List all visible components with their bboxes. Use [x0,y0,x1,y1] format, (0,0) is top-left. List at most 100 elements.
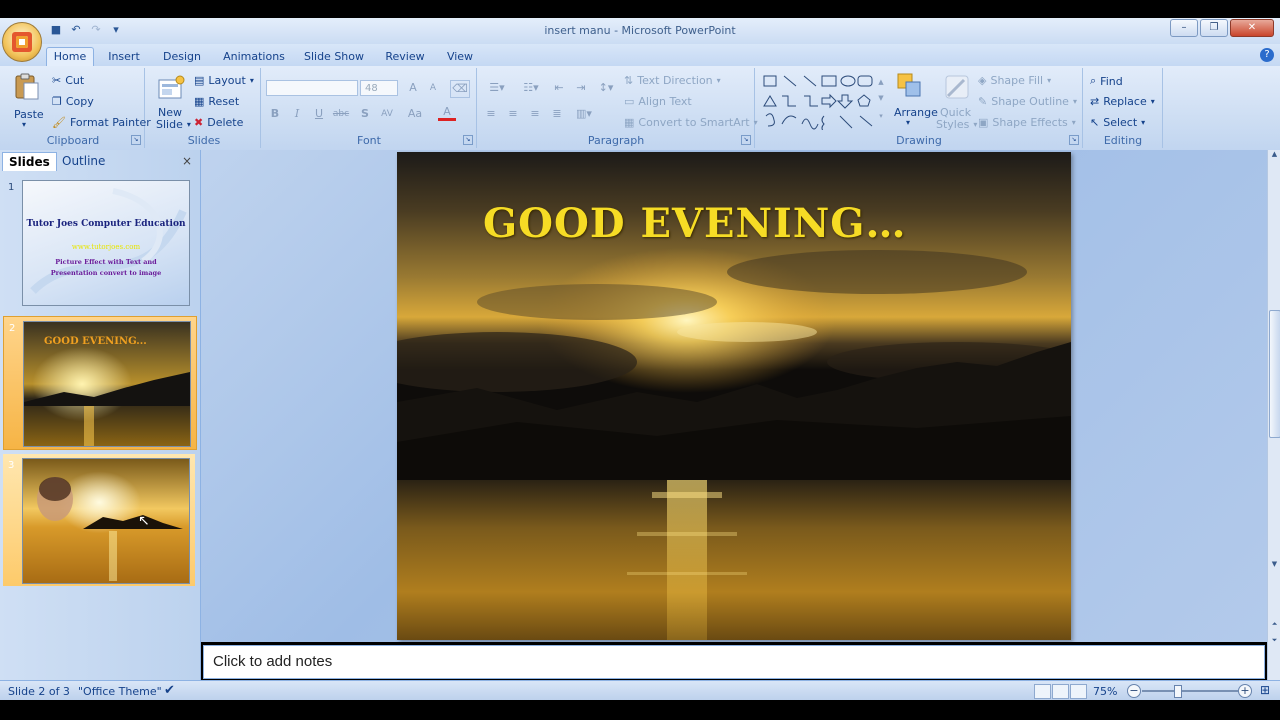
font-size-combo[interactable]: 48 [360,80,398,96]
arrange-dropdown-icon[interactable]: ▾ [906,118,910,127]
tab-slides[interactable]: Slides [2,152,57,171]
slides-label: Slides [187,134,221,147]
cut-button[interactable]: ✂ Cut [52,74,84,87]
scroll-up-icon[interactable]: ▲ [1268,150,1280,162]
next-slide-icon[interactable]: ⏷ [1268,636,1280,648]
increase-indent-icon[interactable]: ⇥ [572,80,590,96]
office-button[interactable] [2,22,42,62]
help-icon[interactable]: ? [1260,48,1274,62]
scrollbar-thumb[interactable] [1269,310,1280,438]
change-case-button[interactable]: Aa [406,106,424,122]
shadow-button[interactable]: S [356,106,374,122]
vertical-scrollbar[interactable]: ▲ ▼ ⏶ ⏷ [1267,150,1280,680]
spell-check-icon[interactable]: ✔ [164,683,175,698]
undo-icon[interactable]: ↶ [68,22,84,38]
paste-dropdown-icon[interactable]: ▾ [22,120,26,129]
quick-styles-label-2[interactable]: Styles ▾ [936,118,977,131]
drawing-launcher-icon[interactable]: ↘ [1069,135,1079,145]
clipboard-launcher-icon[interactable]: ↘ [131,135,141,145]
copy-button[interactable]: ❐ Copy [52,95,94,108]
save-icon[interactable]: ■ [48,22,64,38]
strikethrough-button[interactable]: abc [332,106,350,122]
replace-icon: ⇄ [1090,95,1100,108]
close-button[interactable]: ✕ [1230,19,1274,37]
fit-to-window-icon[interactable]: ⊞ [1260,683,1270,697]
find-button[interactable]: ⌕ Find [1090,74,1123,88]
tab-review[interactable]: Review [382,48,428,66]
customize-icon[interactable]: ▾ [108,22,124,38]
zoom-in-button[interactable]: + [1238,684,1252,698]
underline-button[interactable]: U [310,106,328,122]
tab-slide-show[interactable]: Slide Show [300,48,368,66]
align-right-icon[interactable]: ≡ [526,106,544,122]
clear-formatting-icon[interactable]: ⌫ [450,80,470,98]
convert-smartart-button[interactable]: ▦ Convert to SmartArt ▾ [624,116,758,129]
align-left-icon[interactable]: ≡ [482,106,500,122]
columns-icon[interactable]: ▥▾ [572,106,596,122]
line-spacing-icon[interactable]: ↕▾ [594,80,618,96]
justify-icon[interactable]: ≣ [548,106,566,122]
gallery-scroll-down-icon[interactable]: ▼ [876,90,886,106]
align-text-button[interactable]: ▭ Align Text [624,95,692,108]
replace-button[interactable]: ⇄ Replace ▾ [1090,95,1155,108]
tab-outline[interactable]: Outline [56,152,111,170]
paragraph-launcher-icon[interactable]: ↘ [741,135,751,145]
select-button[interactable]: ↖ Select ▾ [1090,116,1145,129]
gallery-more-icon[interactable]: ▾ [876,108,886,124]
numbering-icon[interactable]: ☷▾ [516,80,546,96]
reset-button[interactable]: ▦ Reset [194,95,239,108]
text-direction-button[interactable]: ⇅ Text Direction ▾ [624,74,721,87]
slideshow-view-icon[interactable] [1070,684,1087,699]
gallery-scroll-up-icon[interactable]: ▲ [876,74,886,90]
layout-button[interactable]: ▤ Layout ▾ [194,74,254,87]
shape-outline-button[interactable]: ✎ Shape Outline ▾ [978,95,1077,108]
slide-thumbnail-2[interactable]: 2 GOOD EVENING... [3,316,197,450]
bold-button[interactable]: B [266,106,284,122]
scroll-down-icon[interactable]: ▼ [1268,560,1280,572]
tab-view[interactable]: View [442,48,478,66]
decrease-indent-icon[interactable]: ⇤ [550,80,568,96]
mouse-cursor-icon: ↖ [138,513,150,529]
paste-button[interactable]: Paste [14,108,44,121]
slide-sorter-view-icon[interactable] [1052,684,1069,699]
delete-button[interactable]: ✖ Delete [194,116,243,129]
zoom-slider-handle[interactable] [1174,685,1182,698]
format-painter-button[interactable]: 🖌 Format Painter [52,116,151,129]
tab-animations[interactable]: Animations [220,48,288,66]
tab-design[interactable]: Design [160,48,204,66]
font-launcher-icon[interactable]: ↘ [463,135,473,145]
normal-view-icon[interactable] [1034,684,1051,699]
shape-fill-button[interactable]: ◈ Shape Fill ▾ [978,74,1051,87]
slide-title[interactable]: GOOD EVENING… [483,200,906,247]
current-slide[interactable]: GOOD EVENING… [397,152,1071,640]
notes-placeholder: Click to add notes [213,653,333,670]
title-bar: insert manu - Microsoft PowerPoint [0,18,1280,44]
thumb2-title: GOOD EVENING... [44,336,147,347]
zoom-slider[interactable] [1142,690,1238,692]
tab-insert[interactable]: Insert [104,48,144,66]
redo-icon[interactable]: ↷ [88,22,104,38]
italic-button[interactable]: I [288,106,306,122]
restore-button[interactable]: ❐ [1200,19,1228,37]
close-icon[interactable]: × [182,154,192,168]
minimize-button[interactable]: – [1170,19,1198,37]
font-name-combo[interactable] [266,80,358,96]
character-spacing-button[interactable]: AV [378,106,396,122]
new-slide-label-2[interactable]: Slide ▾ [156,118,191,131]
tab-home[interactable]: Home [46,47,94,67]
previous-slide-icon[interactable]: ⏶ [1268,620,1280,632]
reset-icon: ▦ [194,95,205,108]
shapes-gallery[interactable] [762,74,882,130]
notes-pane[interactable]: Click to add notes [203,645,1265,679]
arrange-button[interactable]: Arrange [894,106,938,119]
slide-thumbnail-1[interactable]: 1 Tutor Joes Computer Education www.tuto… [3,176,195,308]
slide-thumbnail-3[interactable]: 3 ↖ [3,454,195,586]
font-color-button[interactable]: A [438,106,456,121]
grow-font-button[interactable]: A [404,80,422,96]
align-center-icon[interactable]: ≡ [504,106,522,122]
shrink-font-button[interactable]: A [424,80,442,96]
zoom-out-button[interactable]: − [1127,684,1141,698]
bullets-icon[interactable]: ☰▾ [482,80,512,96]
zoom-level[interactable]: 75% [1093,685,1117,698]
shape-effects-button[interactable]: ▣ Shape Effects ▾ [978,116,1076,129]
